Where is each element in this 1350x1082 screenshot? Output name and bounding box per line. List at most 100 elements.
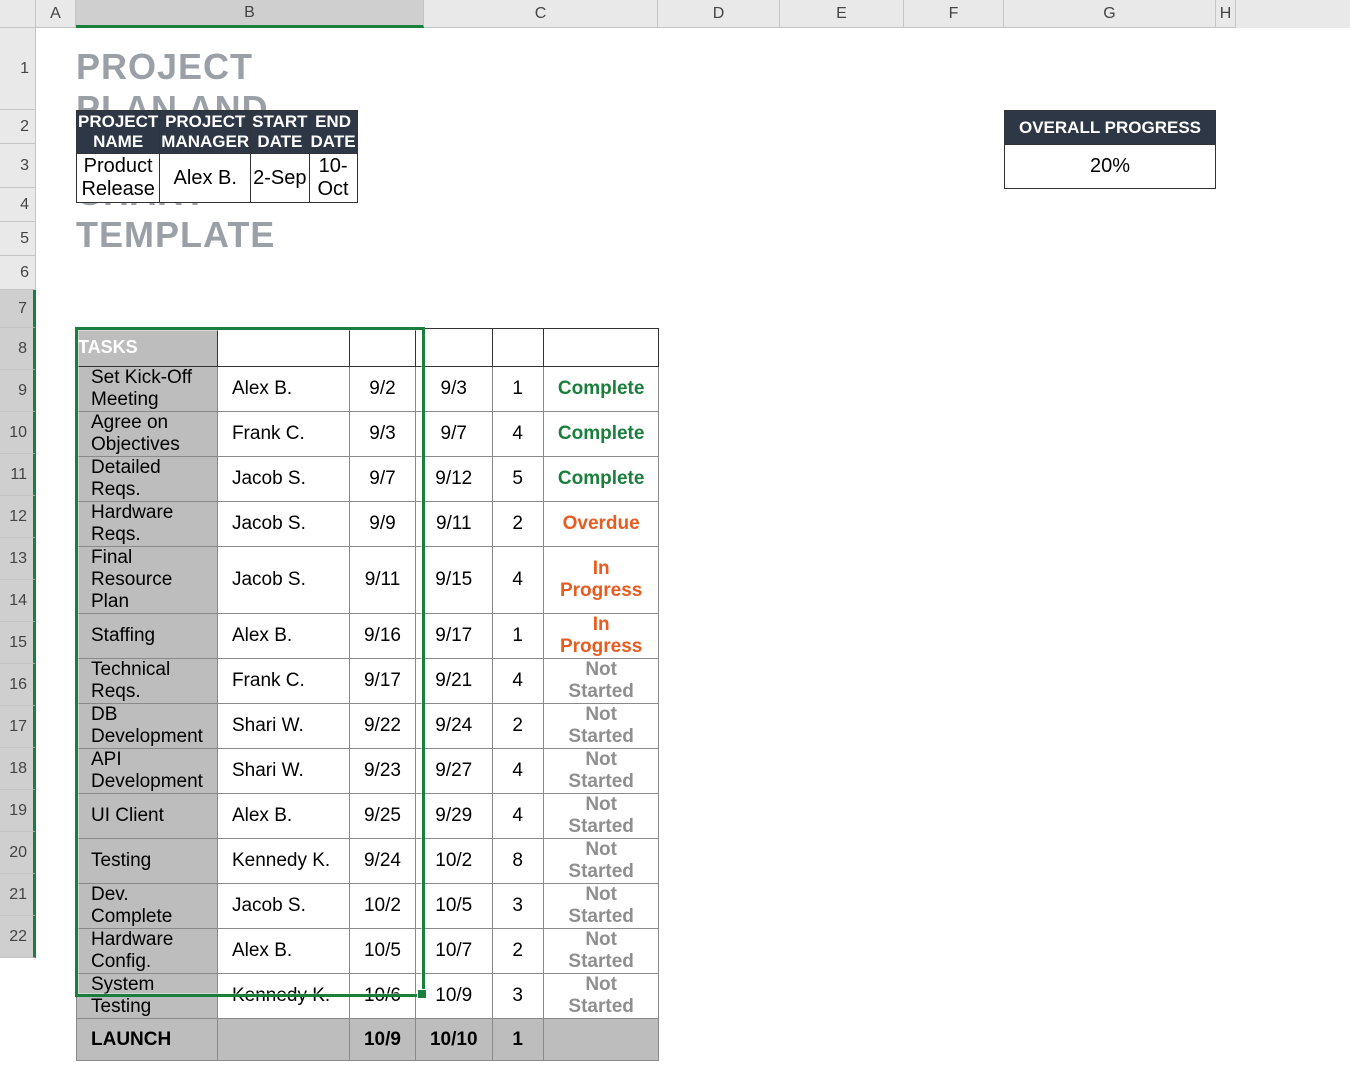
meta-value-project-name[interactable]: Product Release <box>77 154 160 203</box>
task-cell-end[interactable]: 9/27 <box>415 749 492 794</box>
task-cell-start[interactable]: 10/5 <box>349 929 415 974</box>
task-cell-start[interactable]: 9/2 <box>349 367 415 412</box>
task-cell-responsible[interactable]: Kennedy K. <box>217 974 349 1019</box>
task-cell-responsible[interactable]: Jacob S. <box>217 457 349 502</box>
row-header-16[interactable]: 16 <box>0 664 36 706</box>
task-cell-responsible[interactable]: Shari W. <box>217 704 349 749</box>
task-cell-days[interactable]: 5 <box>492 457 543 502</box>
row-header-1[interactable]: 1 <box>0 28 36 110</box>
task-cell-responsible[interactable]: Alex B. <box>217 794 349 839</box>
task-cell-start[interactable]: 9/22 <box>349 704 415 749</box>
row-header-18[interactable]: 18 <box>0 748 36 790</box>
task-cell-days[interactable]: 4 <box>492 659 543 704</box>
row-header-5[interactable]: 5 <box>0 222 36 256</box>
progress-value[interactable]: 20% <box>1005 145 1216 189</box>
column-header-F[interactable]: F <box>904 0 1004 28</box>
meta-value-end-date[interactable]: 10-Oct <box>309 154 357 203</box>
row-header-7[interactable]: 7 <box>0 290 36 328</box>
task-cell-start[interactable]: 9/17 <box>349 659 415 704</box>
task-cell-start[interactable]: 9/23 <box>349 749 415 794</box>
row-header-3[interactable]: 3 <box>0 144 36 188</box>
task-cell-task[interactable]: Final Resource Plan <box>77 547 218 614</box>
task-cell-start[interactable]: 9/9 <box>349 502 415 547</box>
task-cell-status[interactable]: Not Started <box>543 704 659 749</box>
task-cell-start[interactable]: 10/2 <box>349 884 415 929</box>
task-cell-task[interactable]: LAUNCH <box>77 1019 218 1061</box>
task-cell-end[interactable]: 9/24 <box>415 704 492 749</box>
meta-value-project-manager[interactable]: Alex B. <box>160 154 251 203</box>
task-cell-responsible[interactable]: Alex B. <box>217 614 349 659</box>
row-header-21[interactable]: 21 <box>0 874 36 916</box>
task-cell-status[interactable]: Not Started <box>543 659 659 704</box>
task-cell-end[interactable]: 9/15 <box>415 547 492 614</box>
task-cell-end[interactable]: 9/12 <box>415 457 492 502</box>
meta-value-start-date[interactable]: 2-Sep <box>251 154 309 203</box>
task-header-tasks[interactable]: TASKS <box>77 329 218 367</box>
task-cell-task[interactable]: Hardware Config. <box>77 929 218 974</box>
task-cell-end[interactable]: 10/10 <box>415 1019 492 1061</box>
task-cell-responsible[interactable]: Jacob S. <box>217 884 349 929</box>
column-header-E[interactable]: E <box>780 0 904 28</box>
task-cell-task[interactable]: Dev. Complete <box>77 884 218 929</box>
task-cell-days[interactable]: 1 <box>492 1019 543 1061</box>
row-header-22[interactable]: 22 <box>0 916 36 958</box>
task-cell-responsible[interactable]: Kennedy K. <box>217 839 349 884</box>
row-header-12[interactable]: 12 <box>0 496 36 538</box>
task-cell-responsible[interactable]: Alex B. <box>217 367 349 412</box>
meta-header-start-date[interactable]: START DATE <box>251 111 309 154</box>
row-header-4[interactable]: 4 <box>0 188 36 222</box>
row-header-15[interactable]: 15 <box>0 622 36 664</box>
task-cell-start[interactable]: 9/7 <box>349 457 415 502</box>
task-cell-end[interactable]: 10/9 <box>415 974 492 1019</box>
task-cell-days[interactable]: 4 <box>492 412 543 457</box>
task-cell-end[interactable]: 10/5 <box>415 884 492 929</box>
task-cell-task[interactable]: Detailed Reqs. <box>77 457 218 502</box>
row-header-19[interactable]: 19 <box>0 790 36 832</box>
row-header-14[interactable]: 14 <box>0 580 36 622</box>
task-cell-status[interactable]: Not Started <box>543 794 659 839</box>
task-cell-task[interactable]: Testing <box>77 839 218 884</box>
task-cell-start[interactable]: 9/16 <box>349 614 415 659</box>
task-cell-responsible[interactable]: Jacob S. <box>217 502 349 547</box>
column-header-C[interactable]: C <box>424 0 658 28</box>
task-cell-status[interactable]: Not Started <box>543 749 659 794</box>
task-cell-task[interactable]: Technical Reqs. <box>77 659 218 704</box>
row-header-6[interactable]: 6 <box>0 256 36 290</box>
task-cell-status[interactable]: Complete <box>543 367 659 412</box>
row-header-13[interactable]: 13 <box>0 538 36 580</box>
task-cell-task[interactable]: System Testing <box>77 974 218 1019</box>
task-cell-task[interactable]: Agree on Objectives <box>77 412 218 457</box>
task-cell-responsible[interactable]: Frank C. <box>217 659 349 704</box>
task-cell-start[interactable]: 9/11 <box>349 547 415 614</box>
task-cell-days[interactable]: 4 <box>492 794 543 839</box>
meta-header-end-date[interactable]: END DATE <box>309 111 357 154</box>
task-cell-status[interactable]: Not Started <box>543 974 659 1019</box>
task-cell-days[interactable]: 2 <box>492 929 543 974</box>
task-cell-end[interactable]: 9/17 <box>415 614 492 659</box>
task-cell-status[interactable]: Not Started <box>543 929 659 974</box>
task-cell-end[interactable]: 9/29 <box>415 794 492 839</box>
task-cell-start[interactable]: 9/25 <box>349 794 415 839</box>
task-cell-end[interactable]: 10/2 <box>415 839 492 884</box>
row-header-17[interactable]: 17 <box>0 706 36 748</box>
task-cell-days[interactable]: 3 <box>492 974 543 1019</box>
task-cell-responsible[interactable] <box>217 1019 349 1061</box>
task-cell-days[interactable]: 1 <box>492 367 543 412</box>
column-header-G[interactable]: G <box>1004 0 1216 28</box>
task-cell-task[interactable]: API Development <box>77 749 218 794</box>
task-cell-task[interactable]: Hardware Reqs. <box>77 502 218 547</box>
task-cell-days[interactable]: 4 <box>492 547 543 614</box>
meta-header-project-name[interactable]: PROJECT NAME <box>77 111 160 154</box>
row-header-2[interactable]: 2 <box>0 110 36 144</box>
task-cell-end[interactable]: 9/21 <box>415 659 492 704</box>
task-cell-status[interactable]: In Progress <box>543 547 659 614</box>
task-cell-days[interactable]: 8 <box>492 839 543 884</box>
task-cell-end[interactable]: 10/7 <box>415 929 492 974</box>
task-cell-status[interactable]: Not Started <box>543 839 659 884</box>
task-cell-days[interactable]: 2 <box>492 502 543 547</box>
task-cell-task[interactable]: UI Client <box>77 794 218 839</box>
task-cell-days[interactable]: 1 <box>492 614 543 659</box>
row-header-9[interactable]: 9 <box>0 370 36 412</box>
task-cell-start[interactable]: 9/24 <box>349 839 415 884</box>
meta-header-project-manager[interactable]: PROJECT MANAGER <box>160 111 251 154</box>
